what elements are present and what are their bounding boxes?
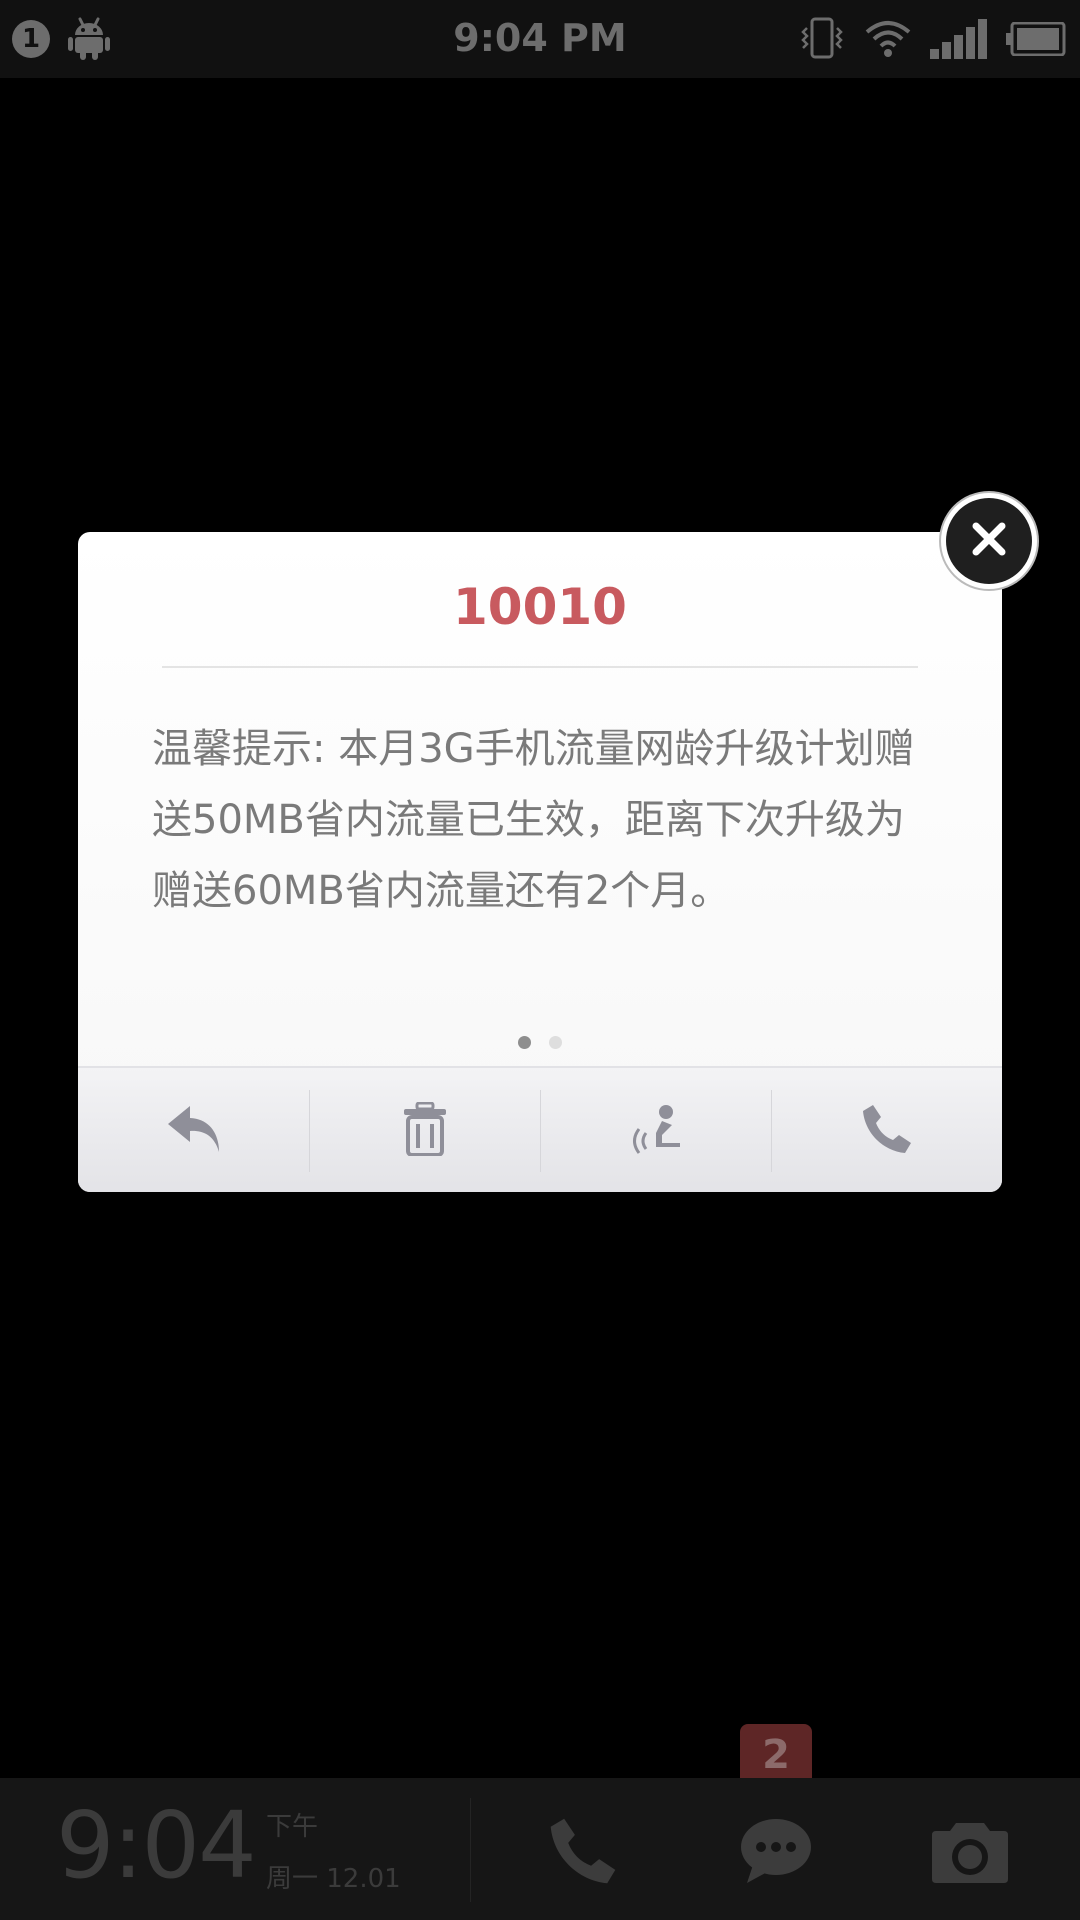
reply-icon <box>166 1104 222 1158</box>
page-indicator <box>78 1036 1002 1049</box>
wifi-icon <box>864 19 912 59</box>
vibrate-icon <box>798 16 846 62</box>
call-button[interactable] <box>771 1068 1002 1192</box>
message-popup: 10010 温馨提示: 本月3G手机流量网龄升级计划赠送50MB省内流量已生效，… <box>78 532 1002 1192</box>
clock-date: 周一 12.01 <box>266 1864 401 1894</box>
voice-readout-icon <box>628 1103 684 1159</box>
message-body[interactable]: 温馨提示: 本月3G手机流量网龄升级计划赠送50MB省内流量已生效，距离下次升级… <box>152 714 944 927</box>
delete-button[interactable] <box>309 1068 540 1192</box>
camera-icon <box>932 1819 1008 1887</box>
messages-icon <box>739 1817 813 1889</box>
dock-camera-button[interactable] <box>925 1808 1015 1898</box>
dock-phone-button[interactable] <box>538 1808 628 1898</box>
action-bar <box>78 1066 1002 1192</box>
reply-button[interactable] <box>78 1068 309 1192</box>
clock-time: 9:04 <box>56 1792 257 1899</box>
lock-screen-dock: 9:04 下午 周一 12.01 <box>0 1778 1080 1920</box>
battery-icon <box>1006 22 1066 56</box>
sender-title: 10010 <box>453 578 627 636</box>
dock-separator <box>470 1798 471 1902</box>
read-aloud-button[interactable] <box>540 1068 771 1192</box>
lock-screen: 1 9:04 PM 10010 温馨提示: 本月3G手机流量网龄升级计划赠送50… <box>0 0 1080 1920</box>
page-dot <box>549 1036 562 1049</box>
divider <box>162 666 918 668</box>
phone-icon <box>548 1816 618 1890</box>
message-count-badge: 2 <box>740 1724 812 1786</box>
clock-ampm: 下午 <box>266 1812 319 1842</box>
close-icon <box>971 521 1007 561</box>
status-icons <box>798 14 1066 64</box>
page-dot-active <box>518 1036 531 1049</box>
trash-icon <box>402 1101 448 1160</box>
phone-icon <box>861 1103 913 1159</box>
signal-icon <box>930 19 988 59</box>
status-bar: 1 9:04 PM <box>0 0 1080 78</box>
close-button[interactable] <box>946 498 1032 584</box>
dock-messages-button[interactable] <box>731 1808 821 1898</box>
